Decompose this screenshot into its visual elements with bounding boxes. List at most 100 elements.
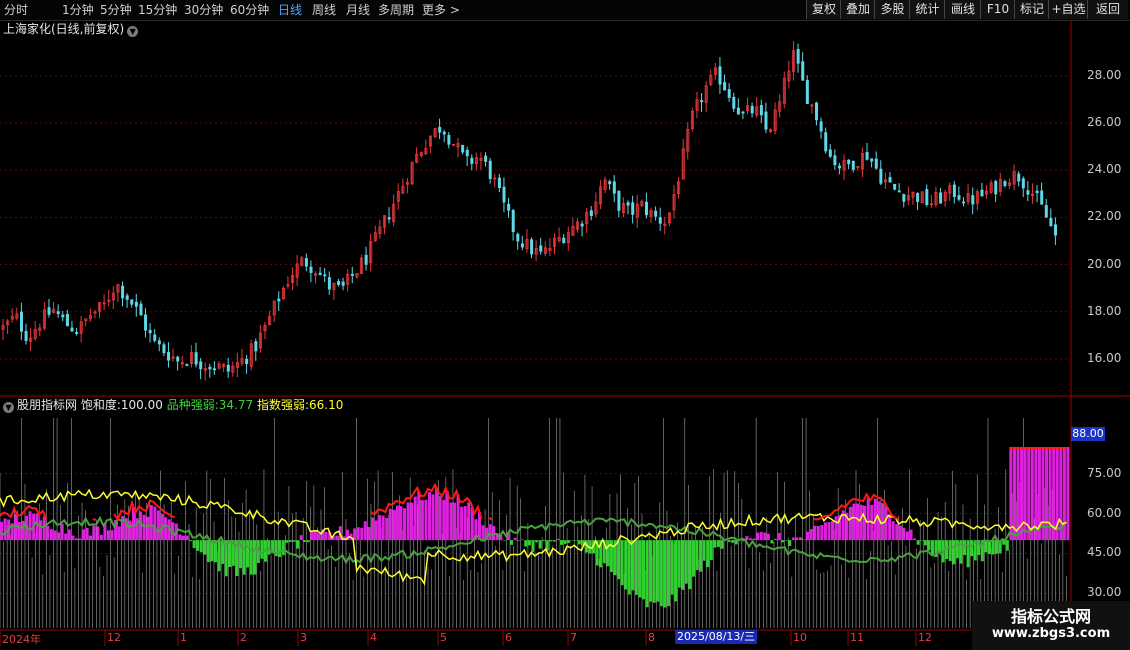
candle-body: [139, 303, 143, 316]
candle-body: [764, 111, 768, 130]
candle-body: [723, 82, 727, 91]
candle-body: [212, 368, 216, 371]
chart-canvas[interactable]: [0, 0, 1130, 650]
cursor-date-badge: 2025/08/13/三: [675, 630, 758, 644]
candle-body: [805, 80, 809, 104]
month-label: 2024年: [2, 633, 41, 646]
histogram-bar: [71, 535, 75, 541]
histogram-bar: [288, 540, 292, 542]
month-label: 1: [180, 631, 187, 644]
histogram-bar: [749, 538, 753, 541]
watermark: 指标公式网 www.zbgs3.com: [972, 601, 1130, 650]
candle-body: [617, 190, 621, 211]
histogram-bar: [381, 515, 385, 541]
histogram-bar: [313, 531, 317, 541]
histogram-bar: [206, 540, 210, 563]
histogram-bar: [520, 539, 524, 541]
histogram-bar: [424, 499, 428, 541]
candle-body: [902, 194, 906, 202]
histogram-bar: [617, 540, 621, 580]
histogram-bar: [859, 504, 863, 541]
histogram-bar: [642, 540, 646, 600]
histogram-bar: [763, 532, 767, 541]
histogram-bar: [756, 532, 760, 541]
candle-body: [957, 195, 961, 200]
candle-body: [438, 126, 442, 133]
candle-body: [516, 233, 520, 242]
month-label: 12: [918, 631, 932, 644]
candle-body: [580, 223, 584, 227]
histogram-bar: [46, 525, 50, 541]
candle-body: [879, 168, 883, 184]
histogram-bar: [310, 531, 314, 541]
histogram-bar: [445, 491, 449, 541]
histogram-bar: [527, 540, 531, 546]
candle-body: [994, 180, 998, 195]
strength-label: 品种强弱:: [166, 398, 219, 412]
histogram-bar: [524, 540, 528, 547]
histogram-bar: [852, 503, 856, 541]
price-tick-label: 28.00: [1087, 67, 1122, 82]
candle-body: [488, 160, 492, 179]
candle-body: [925, 189, 929, 206]
histogram-bar: [185, 535, 189, 541]
histogram-bar: [731, 540, 735, 543]
candle-body: [750, 105, 754, 114]
histogram-bar: [14, 514, 18, 541]
chevron-down-icon[interactable]: ▼: [127, 26, 139, 37]
histogram-bar: [410, 502, 414, 541]
histogram-bar: [53, 530, 57, 541]
candle-body: [465, 149, 469, 157]
candle-body: [1040, 190, 1044, 205]
histogram-bar: [278, 540, 282, 558]
candle-body: [341, 281, 345, 286]
histogram-bar: [766, 533, 770, 541]
histogram-bar: [806, 531, 810, 541]
candle-body: [1054, 224, 1058, 236]
month-label: 12: [107, 631, 121, 644]
month-label: 10: [793, 631, 807, 644]
histogram-bar: [773, 538, 777, 541]
histogram-bar: [452, 502, 456, 541]
candle-body: [304, 258, 308, 267]
histogram-bar: [89, 535, 93, 541]
histogram-bar: [481, 525, 485, 541]
candle-body: [70, 327, 74, 332]
histogram-bar: [502, 540, 506, 541]
histogram-bar: [399, 506, 403, 541]
watermark-url: www.zbgs3.com: [991, 626, 1111, 641]
price-tick-label: 22.00: [1087, 209, 1122, 224]
candle-body: [461, 144, 465, 153]
candle-body: [254, 341, 258, 352]
chevron-down-icon[interactable]: ▼: [3, 402, 14, 413]
histogram-bar: [552, 540, 556, 542]
histogram-bar: [720, 540, 724, 549]
histogram-bar: [905, 531, 909, 541]
candle-body: [1035, 190, 1039, 193]
histogram-bar: [392, 509, 396, 541]
histogram-bar: [1009, 446, 1013, 541]
histogram-bar: [146, 516, 150, 541]
candle-body: [484, 155, 488, 162]
histogram-bar: [820, 525, 824, 541]
histogram-bar: [324, 531, 328, 541]
candle-body: [815, 102, 819, 121]
histogram-bar: [460, 506, 464, 541]
histogram-bar: [627, 540, 631, 595]
histogram-bar: [688, 540, 692, 590]
price-tick-label: 18.00: [1087, 303, 1122, 318]
candle-body: [838, 165, 842, 169]
histogram-bar: [909, 529, 913, 541]
histogram-bar: [388, 508, 392, 541]
histogram-bar: [834, 516, 838, 541]
candle-body: [442, 131, 446, 135]
histogram-bar: [370, 517, 374, 541]
candle-body: [470, 157, 474, 164]
histogram-bar: [652, 540, 656, 603]
histogram-bar: [413, 496, 417, 541]
histogram-bar: [449, 502, 453, 541]
candle-body: [796, 48, 800, 64]
candle-body: [199, 361, 203, 370]
candle-body: [24, 330, 28, 342]
histogram-bar: [374, 520, 378, 541]
